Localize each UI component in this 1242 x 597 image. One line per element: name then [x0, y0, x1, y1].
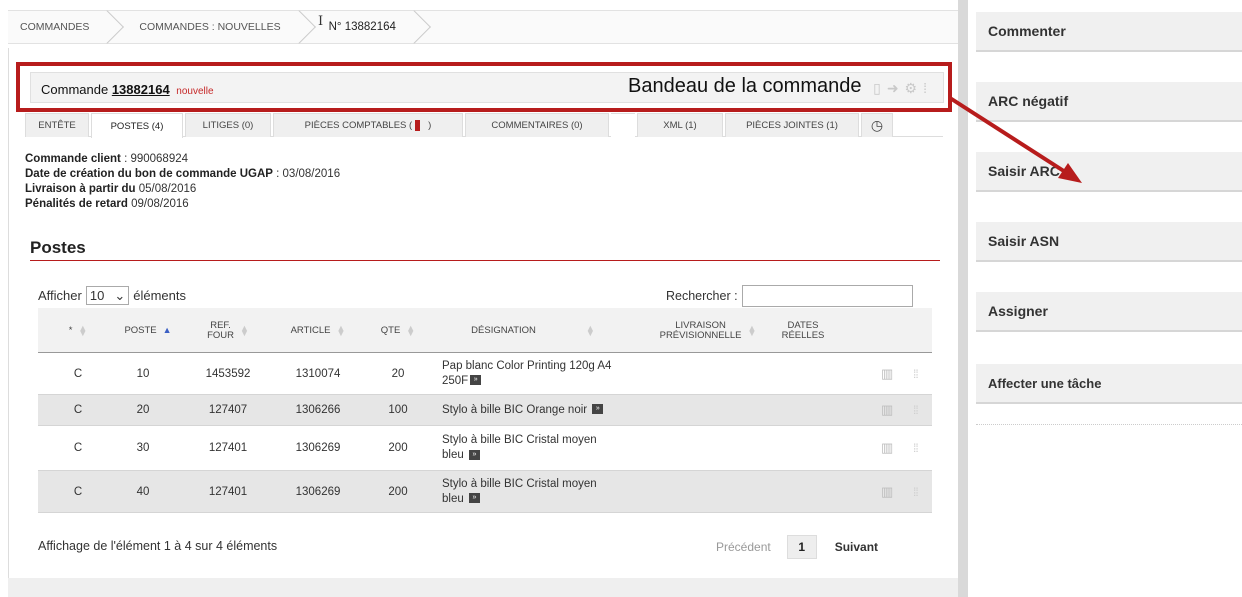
arrow-shaft: [948, 96, 1072, 177]
arrow-head: [1058, 163, 1082, 183]
annotation-arrow: [948, 96, 1082, 183]
